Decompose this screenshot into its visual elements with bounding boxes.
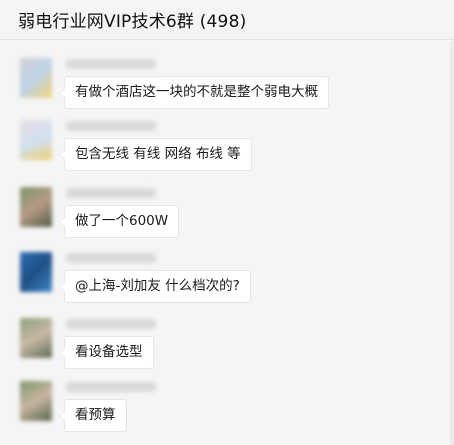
avatar[interactable] — [20, 58, 52, 98]
sender-name-blurred — [66, 121, 156, 131]
message-bubble[interactable]: 看预算 — [59, 399, 127, 432]
message-item: 看预算 — [20, 381, 440, 441]
avatar[interactable] — [20, 252, 52, 292]
sender-name-blurred — [66, 253, 156, 263]
avatar[interactable] — [20, 381, 52, 421]
title-bar: 弱电行业网VIP技术6群 (498) — [0, 0, 454, 40]
message-item: 包含无线 有线 网络 布线 等 — [20, 120, 440, 180]
sender-name-blurred — [66, 59, 156, 69]
scrollbar[interactable] — [450, 41, 454, 445]
chat-window: 弱电行业网VIP技术6群 (498) 有做个酒店这一块的不就是整个弱电大概 包含… — [0, 0, 454, 445]
sender-name-blurred — [66, 319, 156, 329]
sender-name-blurred — [66, 188, 156, 198]
message-item: @上海-刘加友 什么档次的? — [20, 252, 440, 312]
message-bubble[interactable]: 有做个酒店这一块的不就是整个弱电大概 — [59, 76, 329, 109]
message-list[interactable]: 有做个酒店这一块的不就是整个弱电大概 包含无线 有线 网络 布线 等 做了一个6… — [0, 41, 450, 445]
chat-title: 弱电行业网VIP技术6群 (498) — [18, 12, 247, 32]
message-bubble[interactable]: 包含无线 有线 网络 布线 等 — [59, 138, 252, 171]
avatar[interactable] — [20, 187, 52, 227]
message-bubble[interactable]: 看设备选型 — [59, 336, 154, 369]
sender-name-blurred — [66, 382, 156, 392]
avatar[interactable] — [20, 120, 52, 160]
message-item: 看设备选型 — [20, 318, 440, 378]
message-item: 有做个酒店这一块的不就是整个弱电大概 — [20, 58, 440, 118]
avatar[interactable] — [20, 318, 52, 358]
message-item: 做了一个600W — [20, 187, 440, 247]
message-bubble[interactable]: 做了一个600W — [58, 205, 180, 238]
message-bubble[interactable]: @上海-刘加友 什么档次的? — [59, 270, 251, 303]
